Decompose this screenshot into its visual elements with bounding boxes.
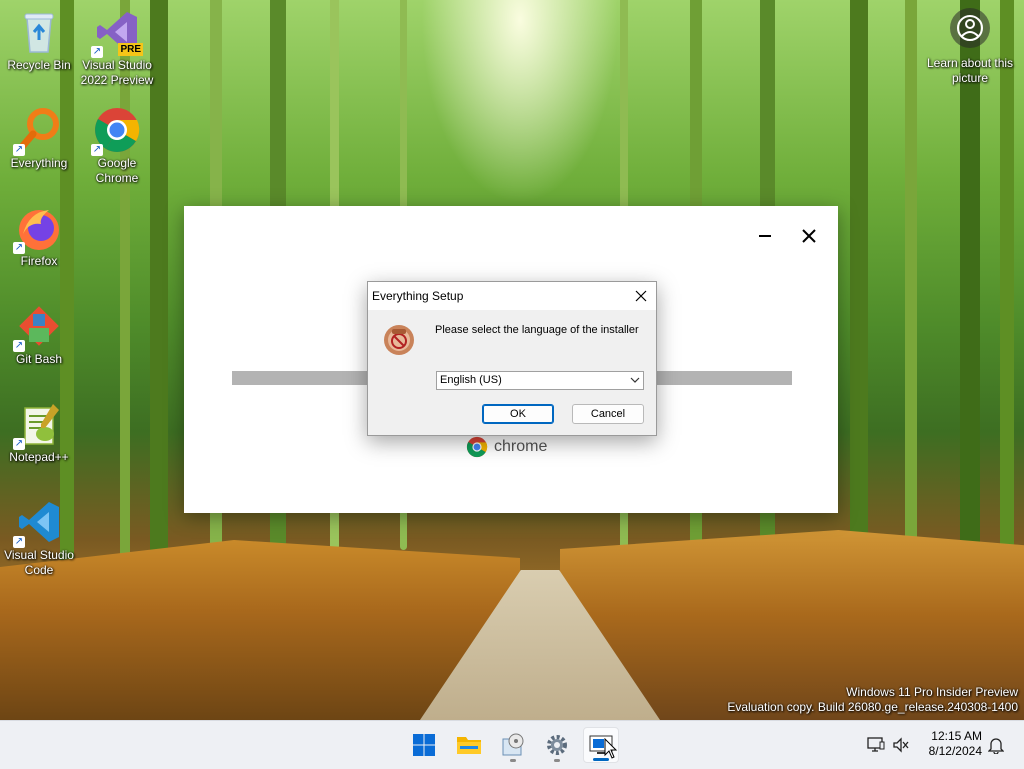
watermark-line-1: Windows 11 Pro Insider Preview [846,685,1018,699]
setup-installer-icon [502,733,524,756]
shortcut-arrow-icon: ↗ [13,340,25,352]
desktop-icon-git-bash[interactable]: ↗ Git Bash [2,302,76,367]
installer-package-icon [383,324,415,356]
tray-network[interactable] [866,735,886,755]
chrome-brand: chrome [466,436,547,458]
network-monitor-icon [867,737,885,752]
shortcut-arrow-icon: ↗ [91,46,103,58]
learn-about-this-picture[interactable]: Learn about this picture [920,8,1020,86]
close-icon [802,229,816,243]
chrome-logo-icon [466,436,488,458]
language-prompt: Please select the language of the instal… [435,324,639,336]
shortcut-arrow-icon: ↗ [13,438,25,450]
tray-volume[interactable] [891,735,911,755]
dialog-title: Everything Setup [372,289,464,303]
ok-button[interactable]: OK [482,404,554,424]
watermark-line-2: Evaluation copy. Build 26080.ge_release.… [727,700,1018,714]
taskbar-file-explorer[interactable] [451,727,487,763]
recycle-bin-icon [24,13,54,53]
windows-start-icon [413,734,435,756]
close-button[interactable] [794,224,824,248]
desktop-icon-visual-studio-code[interactable]: ↗ Visual Studio Code [2,498,76,578]
desktop-icon-notepad-plus-plus[interactable]: ↗ Notepad++ [2,400,76,465]
bell-icon [988,738,1004,754]
evaluation-watermark: Windows 11 Pro Insider Preview Evaluatio… [727,685,1018,715]
desktop-icon-label: Firefox [20,254,58,268]
clock-time: 12:15 AM [931,729,982,743]
everything-setup-dialog: Everything Setup Please select the langu… [367,281,657,436]
language-select[interactable]: English (US) [436,371,644,390]
taskbar-settings[interactable] [539,727,575,763]
desktop-icon-everything[interactable]: ↗ Everything [2,106,76,171]
desktop-icon-firefox[interactable]: ↗ Firefox [2,204,76,269]
folder-icon [457,737,481,754]
learn-about-label: Learn about this picture [926,56,1014,85]
close-icon [635,290,647,302]
desktop-icon-label: Recycle Bin [7,58,71,72]
taskbar-setup-app[interactable] [495,727,531,763]
desktop-icon-label: Visual Studio 2022 Preview [80,58,154,87]
desktop-icon-label: Notepad++ [9,450,69,464]
preview-badge: PRE [118,43,143,56]
running-indicator [510,759,516,762]
desktop-icon-label: Everything [10,156,68,170]
shortcut-arrow-icon: ↗ [13,242,25,254]
desktop-icon-label: Visual Studio Code [4,548,74,577]
taskbar: 12:15 AM 8/12/2024 [0,720,1024,769]
desktop-icon-visual-studio-2022-preview[interactable]: PRE ↗ Visual Studio 2022 Preview [80,8,154,88]
dialog-close-button[interactable] [626,282,656,310]
desktop-icon-google-chrome[interactable]: ↗ Google Chrome [80,106,154,186]
cancel-button[interactable]: Cancel [572,404,644,424]
camera-info-icon [957,15,983,41]
start-button[interactable] [406,727,442,763]
mouse-cursor-icon [604,738,618,759]
shortcut-arrow-icon: ↗ [91,144,103,156]
speaker-muted-icon [893,737,909,753]
taskbar-clock[interactable]: 12:15 AM 8/12/2024 [920,729,982,759]
language-select-value: English (US) [440,374,502,386]
chevron-down-icon [630,377,640,383]
gear-icon [547,735,567,755]
clock-date: 8/12/2024 [928,744,982,758]
running-indicator [554,759,560,762]
desktop-icon-label: Google Chrome [95,156,139,185]
shortcut-arrow-icon: ↗ [13,144,25,156]
minimize-button[interactable] [750,224,780,248]
notification-center-button[interactable] [986,735,1006,755]
desktop-icon-recycle-bin[interactable]: Recycle Bin [2,8,76,73]
dialog-titlebar[interactable]: Everything Setup [368,282,656,310]
chrome-brand-text: chrome [494,438,548,455]
shortcut-arrow-icon: ↗ [13,536,25,548]
desktop-icon-label: Git Bash [15,352,63,366]
minimize-icon [759,235,771,237]
